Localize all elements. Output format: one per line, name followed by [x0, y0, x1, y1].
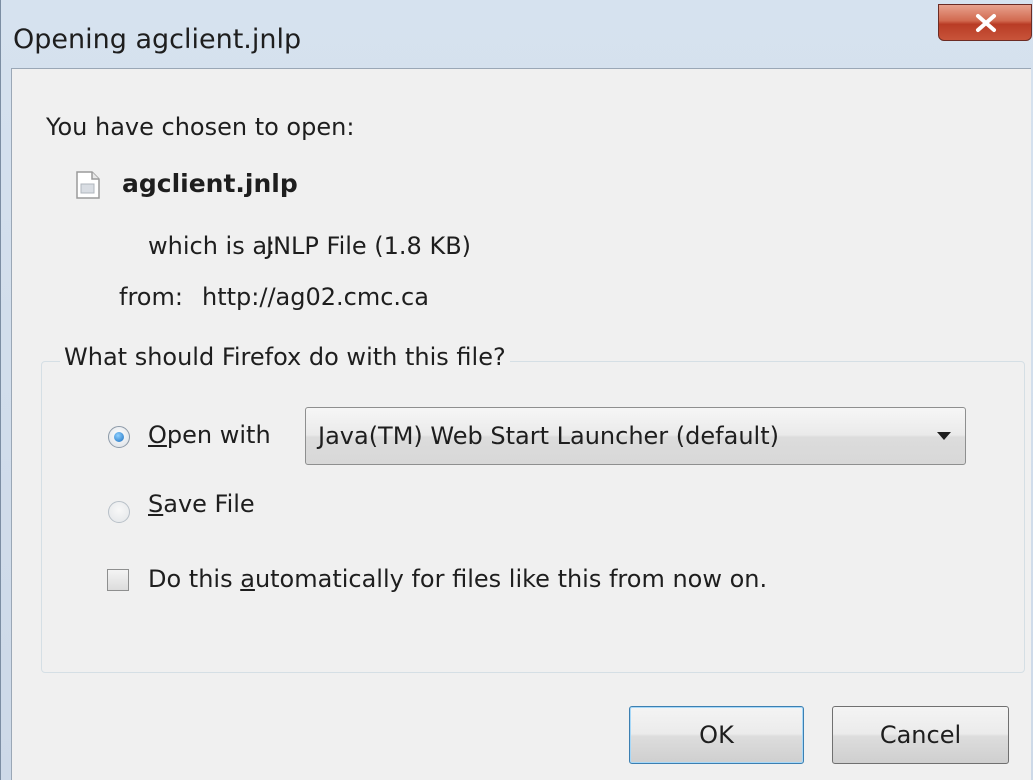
application-select-value: Java(TM) Web Start Launcher (default) [318, 422, 779, 450]
save-file-label[interactable]: Save File [148, 490, 255, 518]
title-bar[interactable]: Opening agclient.jnlp [1, 0, 1033, 68]
auto-action-label[interactable]: Do this automatically for files like thi… [148, 565, 767, 593]
save-file-radio[interactable] [108, 501, 130, 523]
cancel-button[interactable]: Cancel [832, 706, 1009, 764]
file-type-label: which is a: [148, 232, 276, 260]
dialog-body: You have chosen to open: agclient.jnlp w… [11, 68, 1031, 780]
file-type-value: JNLP File (1.8 KB) [266, 232, 472, 260]
chevron-down-icon [937, 432, 951, 440]
ok-button[interactable]: OK [629, 706, 804, 764]
auto-action-checkbox[interactable] [107, 569, 129, 591]
application-select[interactable]: Java(TM) Web Start Launcher (default) [305, 407, 966, 465]
document-icon [76, 171, 100, 199]
intro-text: You have chosen to open: [46, 113, 355, 141]
open-with-label[interactable]: Open with [148, 421, 271, 449]
file-source-label: from: [119, 283, 183, 311]
file-name: agclient.jnlp [122, 169, 298, 198]
close-button[interactable] [938, 4, 1032, 41]
window-title: Opening agclient.jnlp [13, 24, 302, 55]
close-icon [976, 14, 996, 32]
open-with-radio[interactable] [108, 426, 130, 448]
file-source-value: http://ag02.cmc.ca [202, 283, 429, 311]
action-group-legend: What should Firefox do with this file? [60, 343, 510, 371]
dialog-window: Opening agclient.jnlp You have chosen to… [0, 0, 1033, 780]
